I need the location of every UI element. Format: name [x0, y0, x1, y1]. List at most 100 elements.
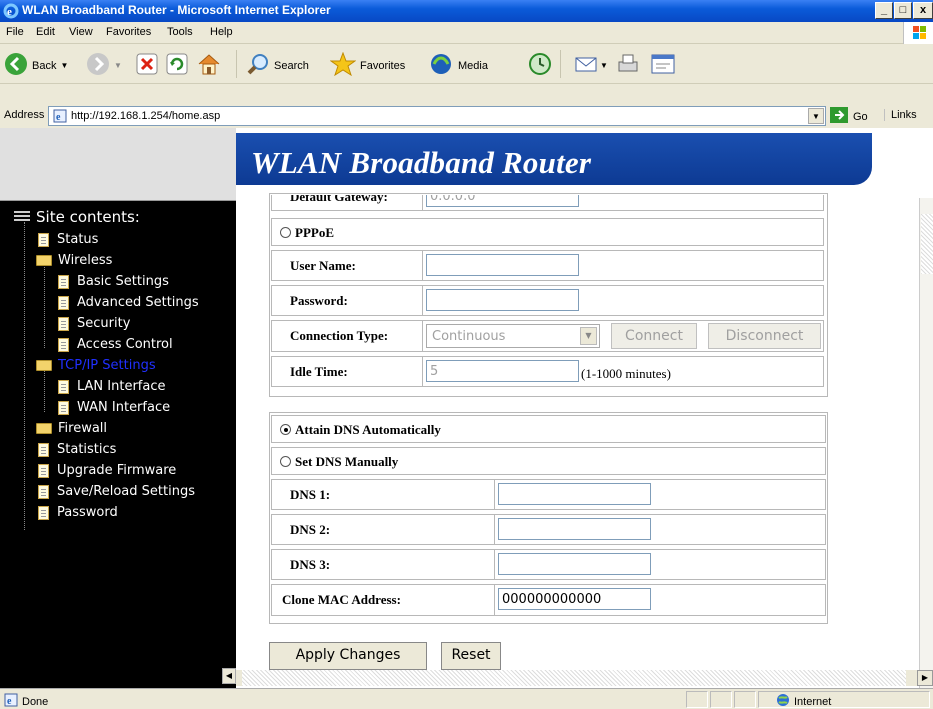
dns1-input[interactable]	[498, 483, 651, 505]
dns2-input[interactable]	[498, 518, 651, 540]
history-button[interactable]	[528, 52, 552, 79]
document-icon	[38, 505, 49, 520]
search-label: Search	[274, 59, 309, 72]
back-button[interactable]: Back ▼	[4, 52, 68, 79]
sidebar-item-basic-settings[interactable]: Basic Settings	[58, 274, 169, 289]
apply-changes-button[interactable]: Apply Changes	[269, 642, 427, 670]
windows-flag-icon	[903, 22, 933, 44]
stop-button[interactable]	[136, 53, 158, 78]
stop-icon	[136, 53, 158, 78]
default-gateway-input[interactable]: 0.0.0.0	[426, 195, 579, 207]
connection-type-select[interactable]: Continuous ▼	[426, 324, 600, 348]
sidebar-item-wan-interface[interactable]: WAN Interface	[58, 400, 170, 415]
site-contents-root[interactable]: Site contents:	[14, 208, 140, 226]
chevron-down-icon: ▼	[580, 327, 597, 345]
document-icon	[58, 379, 69, 394]
address-bar: Address e http://192.168.1.254/home.asp …	[0, 104, 933, 128]
menu-edit[interactable]: Edit	[36, 26, 55, 38]
disconnect-button[interactable]: Disconnect	[708, 323, 821, 349]
password-row: Password:	[271, 285, 824, 316]
status-bar: e Done Internet	[0, 688, 933, 709]
dns1-row: DNS 1:	[271, 479, 826, 510]
forward-dropdown-icon[interactable]: ▼	[114, 61, 122, 70]
sidebar-item-security[interactable]: Security	[58, 316, 130, 331]
site-contents-icon	[14, 208, 30, 226]
mail-dropdown-icon[interactable]: ▼	[600, 61, 608, 70]
address-input[interactable]: e http://192.168.1.254/home.asp ▼	[48, 106, 826, 126]
sidebar-item-upgrade-firmware[interactable]: Upgrade Firmware	[38, 463, 176, 478]
maximize-button[interactable]: □	[894, 2, 912, 19]
reset-button[interactable]: Reset	[441, 642, 501, 670]
home-button[interactable]	[196, 51, 222, 80]
address-url: http://192.168.1.254/home.asp	[71, 110, 221, 122]
media-button[interactable]: Media	[428, 52, 488, 79]
pppoe-radio[interactable]: PPPoE	[280, 225, 334, 241]
sidebar-item-label: Firewall	[58, 421, 108, 436]
menu-bar: File Edit View Favorites Tools Help	[0, 22, 933, 44]
document-icon	[58, 337, 69, 352]
sidebar-item-advanced-settings[interactable]: Advanced Settings	[58, 295, 199, 310]
close-button[interactable]: x	[913, 2, 933, 19]
browser-viewport: Site contents: Status Wireless Basic Set…	[0, 128, 933, 688]
print-button[interactable]	[616, 52, 640, 79]
scrollbar-track[interactable]	[242, 670, 906, 686]
go-button[interactable]: Go	[830, 107, 868, 126]
menu-help[interactable]: Help	[210, 26, 233, 38]
password-input[interactable]	[426, 289, 579, 311]
refresh-button[interactable]	[166, 53, 188, 78]
sidebar-item-label: TCP/IP Settings	[58, 358, 156, 373]
minimize-button[interactable]: _	[875, 2, 893, 19]
status-text: Done	[22, 695, 49, 708]
zone-label: Internet	[794, 695, 832, 708]
idle-time-label: Idle Time:	[290, 364, 348, 379]
sidebar-item-label: Status	[57, 232, 99, 247]
sidebar-item-status[interactable]: Status	[38, 232, 98, 247]
left-nav-frame: Site contents: Status Wireless Basic Set…	[0, 128, 236, 688]
sidebar-item-firewall[interactable]: Firewall	[36, 421, 107, 436]
dns-auto-radio[interactable]: Attain DNS Automatically	[280, 422, 441, 438]
address-label: Address	[4, 109, 45, 121]
clone-mac-input[interactable]: 000000000000	[498, 588, 651, 610]
username-input[interactable]	[426, 254, 579, 276]
favorites-button[interactable]: Favorites	[329, 51, 405, 79]
home-icon	[196, 51, 222, 80]
sidebar-item-save-reload-settings[interactable]: Save/Reload Settings	[38, 484, 195, 499]
favorites-star-icon	[329, 51, 357, 79]
connect-button[interactable]: Connect	[611, 323, 697, 349]
links-button[interactable]: Links	[884, 109, 917, 121]
scrollbar-thumb[interactable]	[921, 214, 933, 274]
scroll-right-arrow[interactable]: ▶	[917, 670, 933, 686]
sidebar-item-label: Statistics	[57, 442, 117, 457]
menu-tools[interactable]: Tools	[167, 26, 193, 38]
sidebar-item-statistics[interactable]: Statistics	[38, 442, 116, 457]
address-dropdown-icon[interactable]: ▼	[808, 108, 824, 124]
media-icon	[428, 52, 454, 79]
dns3-input[interactable]	[498, 553, 651, 575]
sidebar-item-lan-interface[interactable]: LAN Interface	[58, 379, 166, 394]
menu-file[interactable]: File	[6, 26, 24, 38]
vertical-scrollbar[interactable]	[919, 198, 933, 688]
search-button[interactable]: Search	[246, 52, 309, 79]
standard-toolbar: Back ▼ ▼ Search Favorites Media ▼	[0, 44, 933, 84]
sidebar-item-wireless[interactable]: Wireless	[36, 253, 112, 268]
dns-manual-radio[interactable]: Set DNS Manually	[280, 454, 398, 470]
menu-view[interactable]: View	[69, 26, 93, 38]
sidebar-item-label: Security	[77, 316, 131, 331]
default-gateway-label: Default Gateway:	[290, 195, 388, 204]
forward-button[interactable]: ▼	[86, 52, 122, 79]
sidebar-item-access-control[interactable]: Access Control	[58, 337, 173, 352]
menu-favorites[interactable]: Favorites	[106, 26, 151, 38]
left-scroll-left-arrow[interactable]: ◀	[222, 668, 236, 684]
sidebar-item-tcpip-settings[interactable]: TCP/IP Settings	[36, 358, 156, 373]
horizontal-scrollbar[interactable]: ▶	[236, 670, 933, 686]
sidebar-item-password[interactable]: Password	[38, 505, 118, 520]
mail-button[interactable]: ▼	[574, 52, 608, 79]
back-dropdown-icon[interactable]: ▼	[60, 61, 68, 70]
go-label: Go	[853, 110, 868, 123]
idle-time-input[interactable]: 5	[426, 360, 579, 382]
sidebar-item-label: Basic Settings	[77, 274, 169, 289]
edit-button[interactable]	[650, 52, 676, 79]
document-icon	[38, 463, 49, 478]
page-done-icon: e	[4, 693, 18, 709]
internet-zone-icon	[776, 693, 790, 709]
